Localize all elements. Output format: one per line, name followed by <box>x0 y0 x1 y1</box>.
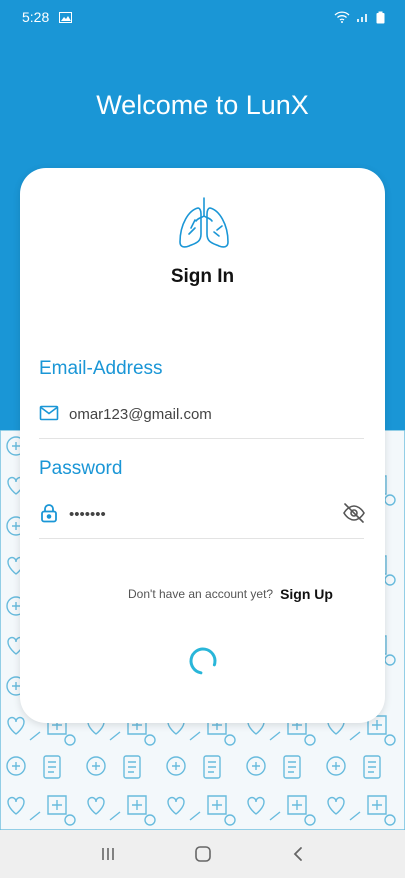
home-button[interactable] <box>190 841 216 867</box>
sign-up-link[interactable]: Sign Up <box>280 586 333 602</box>
mail-icon <box>39 405 59 421</box>
lungs-icon <box>179 197 229 248</box>
loading-spinner <box>189 647 217 675</box>
password-value: ••••••• <box>69 506 106 523</box>
signup-prompt-text: Don't have an account yet? <box>128 587 274 601</box>
recents-icon <box>101 848 114 860</box>
status-time: 5:28 <box>22 9 50 25</box>
system-nav-bar <box>0 830 405 878</box>
eye-off-icon[interactable] <box>342 501 366 525</box>
image-icon <box>59 11 73 23</box>
password-field[interactable]: ••••••• <box>39 493 366 539</box>
email-value: omar123@gmail.com <box>69 406 212 423</box>
battery-icon <box>376 11 385 23</box>
status-bar: 5:28 <box>0 0 405 34</box>
password-label: Password <box>39 458 123 479</box>
sign-in-title: Sign In <box>170 266 235 287</box>
email-label: Email-Address <box>39 358 163 379</box>
back-icon <box>293 847 302 861</box>
welcome-title: Welcome to LunX <box>96 90 309 120</box>
email-field[interactable]: omar123@gmail.com <box>39 393 364 439</box>
recents-button[interactable] <box>95 841 121 867</box>
signal-icon <box>357 14 367 22</box>
wifi-icon <box>334 11 350 23</box>
home-icon <box>194 846 211 862</box>
signup-prompt-row: Don't have an account yet? Sign Up <box>20 586 385 602</box>
sign-in-card: Sign In Email-Address omar123@gmail.com … <box>20 168 385 723</box>
lock-icon <box>41 504 57 523</box>
back-button[interactable] <box>285 841 311 867</box>
